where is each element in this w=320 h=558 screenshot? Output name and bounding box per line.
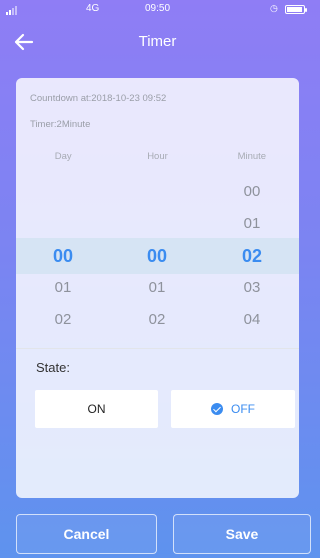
cancel-label: Cancel: [63, 526, 110, 542]
countdown-text: Countdown at:2018-10-23 09:52: [30, 93, 167, 104]
picker-item-selected[interactable]: 02: [205, 246, 299, 266]
picker-item[interactable]: 00: [205, 182, 299, 202]
timer-info: Countdown at:2018-10-23 09:52 Timer:2Min…: [16, 78, 299, 144]
picker-item-selected[interactable]: 00: [110, 246, 204, 266]
battery-icon: [285, 5, 307, 14]
page-title: Timer: [138, 33, 177, 50]
save-button[interactable]: Save: [173, 514, 311, 554]
hour-wheel[interactable]: 00 01 02: [110, 140, 204, 348]
status-bar: 4G 09:50 ◷: [0, 0, 315, 20]
status-time: 09:50: [144, 3, 171, 14]
on-button[interactable]: ON: [35, 390, 158, 428]
picker-item[interactable]: 02: [110, 310, 204, 330]
off-label: OFF: [231, 402, 255, 416]
on-label: ON: [87, 402, 106, 416]
alarm-clock-icon: ◷: [270, 3, 278, 13]
picker-item[interactable]: 02: [16, 310, 110, 330]
state-label: State:: [36, 360, 70, 375]
day-wheel[interactable]: 00 01 02: [16, 140, 110, 348]
check-circle-icon: [211, 403, 223, 415]
picker-item[interactable]: 03: [205, 278, 299, 298]
minute-wheel[interactable]: 00 01 02 03 04: [205, 140, 299, 348]
nav-bar: Timer: [0, 22, 315, 62]
timer-card: Countdown at:2018-10-23 09:52 Timer:2Min…: [16, 78, 299, 498]
time-picker: Day Hour Minute 00 01 02 00 01 02 00 01 02 03 04: [16, 140, 299, 348]
picker-item[interactable]: 01: [16, 278, 110, 298]
off-button[interactable]: OFF: [171, 390, 295, 428]
save-label: Save: [225, 526, 259, 542]
picker-item[interactable]: 04: [205, 310, 299, 330]
picker-item[interactable]: 01: [205, 214, 299, 234]
divider: [16, 348, 299, 349]
cancel-button[interactable]: Cancel: [16, 514, 157, 554]
picker-item-selected[interactable]: 00: [16, 246, 110, 266]
picker-item[interactable]: 01: [110, 278, 204, 298]
